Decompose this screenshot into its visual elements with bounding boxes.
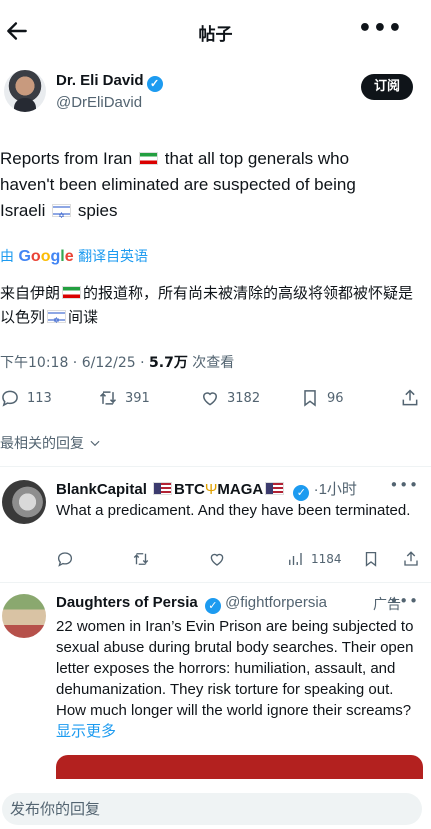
reply-text-body: 22 women in Iran’s Evin Prison are being… — [56, 618, 414, 719]
reply-button[interactable] — [56, 550, 74, 568]
author-name-text: Dr. Eli David — [56, 72, 144, 89]
more-options-icon[interactable]: ••• — [389, 476, 419, 494]
retweet-count: 391 — [125, 390, 150, 406]
promoted-reply-item[interactable]: Daughters of Persia ✓ @fightforpersia 广告… — [0, 582, 431, 782]
tweet-time: 下午10:18 · 6/12/25 · — [0, 355, 150, 371]
author-name[interactable]: Dr. Eli David ✓ — [56, 72, 163, 92]
share-icon — [402, 389, 418, 406]
show-more-link[interactable]: 显示更多 — [56, 723, 116, 740]
view-label: 次查看 — [187, 355, 235, 371]
more-options-icon[interactable]: ••• — [358, 16, 403, 41]
reply-time: ·1小时 — [313, 481, 357, 498]
bookmark-icon — [304, 390, 316, 407]
more-options-icon[interactable]: ••• — [389, 592, 419, 610]
view-count: 5.7万 — [149, 355, 188, 371]
google-logo: Google — [18, 248, 74, 265]
author-handle[interactable]: @DrEliDavid — [56, 94, 142, 111]
reply-composer: 发布你的回复 — [0, 779, 431, 829]
tweet-text-part: Reports from Iran — [0, 149, 133, 168]
translated-part: 间谍 — [68, 308, 99, 326]
tweet-author: Dr. Eli David ✓ @DrEliDavid 订阅 — [0, 66, 431, 122]
tweet-actions: 113 391 3182 96 — [0, 384, 431, 416]
heart-icon — [202, 392, 218, 406]
retweet-button[interactable] — [132, 550, 150, 568]
like-button[interactable] — [208, 550, 226, 568]
reply-header: BlankCapital BTCΨMAGA ✓ ·1小时 — [56, 478, 357, 501]
subscribe-button[interactable]: 订阅 — [361, 74, 413, 100]
heart-icon — [210, 553, 224, 566]
share-icon — [404, 551, 418, 566]
analytics-icon — [289, 553, 302, 565]
retweet-icon — [99, 391, 117, 405]
israel-flag-icon — [47, 309, 67, 333]
bookmark-button[interactable] — [362, 550, 380, 568]
avatar[interactable] — [2, 594, 46, 638]
bookmark-count: 96 — [327, 390, 344, 406]
avatar[interactable] — [4, 70, 46, 112]
views-button[interactable]: 1184 — [286, 550, 342, 568]
top-bar: 帖子 ••• — [0, 0, 431, 64]
like-count: 3182 — [227, 390, 261, 406]
retweet-icon — [133, 553, 149, 565]
reply-author-name: MAGA — [217, 481, 264, 498]
tweet-text-part: Israeli — [0, 201, 46, 220]
tweet-text-part: haven't been eliminated are suspected of… — [0, 175, 356, 194]
reply-icon — [57, 552, 73, 567]
verified-badge-icon: ✓ — [146, 76, 163, 92]
reply-header: Daughters of Persia ✓ @fightforpersia — [56, 594, 327, 614]
reply-text: What a predicament. And they have been t… — [56, 502, 411, 519]
tweet-text-part: spies — [77, 201, 118, 220]
reply-sort-dropdown[interactable]: 最相关的回复 — [0, 433, 102, 453]
reply-actions: 1184 — [56, 546, 426, 570]
translated-text: 来自伊朗的报道称，所有尚未被清除的高级将领都被怀疑是以色列间谍 — [0, 281, 425, 333]
reply-author-handle[interactable]: @fightforpersia — [225, 594, 327, 611]
iran-flag-icon — [139, 152, 158, 165]
verified-badge-icon: ✓ — [204, 598, 221, 614]
trident-icon: Ψ — [204, 481, 218, 498]
avatar[interactable] — [2, 480, 46, 524]
retweet-button[interactable]: 391 — [98, 388, 150, 408]
reply-author-name: BTC — [174, 481, 205, 498]
tweet-meta: 下午10:18 · 6/12/25 · 5.7万 次查看 — [0, 352, 234, 372]
reply-text: 22 women in Iran’s Evin Prison are being… — [56, 616, 424, 742]
sort-label: 最相关的回复 — [0, 436, 84, 452]
reply-button[interactable]: 113 — [0, 388, 52, 408]
iran-flag-icon — [62, 286, 82, 299]
reply-icon — [2, 390, 18, 407]
translate-prefix: 由 — [0, 249, 14, 265]
israel-flag-icon — [52, 203, 72, 229]
share-button[interactable] — [402, 550, 420, 568]
bookmark-icon — [365, 551, 377, 567]
reply-view-count: 1184 — [311, 552, 342, 566]
verified-badge-icon: ✓ — [293, 485, 310, 501]
reply-count: 113 — [27, 390, 52, 406]
reply-author-name[interactable]: BlankCapital — [56, 481, 147, 498]
reply-author-name[interactable]: Daughters of Persia — [56, 594, 198, 611]
like-button[interactable]: 3182 — [200, 388, 260, 408]
chevron-down-icon — [90, 440, 100, 447]
us-flag-icon — [153, 482, 173, 495]
bookmark-button[interactable]: 96 — [300, 388, 344, 408]
translate-suffix: 翻译自英语 — [78, 249, 149, 265]
translated-part: 来自伊朗 — [0, 284, 61, 302]
translation-credit[interactable]: 由 Google 翻译自英语 — [0, 246, 148, 266]
share-button[interactable] — [400, 388, 420, 408]
tweet-text: Reports from Iran that all top generals … — [0, 146, 420, 229]
reply-input[interactable]: 发布你的回复 — [2, 793, 422, 825]
reply-item[interactable]: BlankCapital BTCΨMAGA ✓ ·1小时 ••• What a … — [0, 466, 431, 582]
us-flag-icon — [265, 482, 285, 495]
tweet-text-part: that all top generals who — [164, 149, 350, 168]
